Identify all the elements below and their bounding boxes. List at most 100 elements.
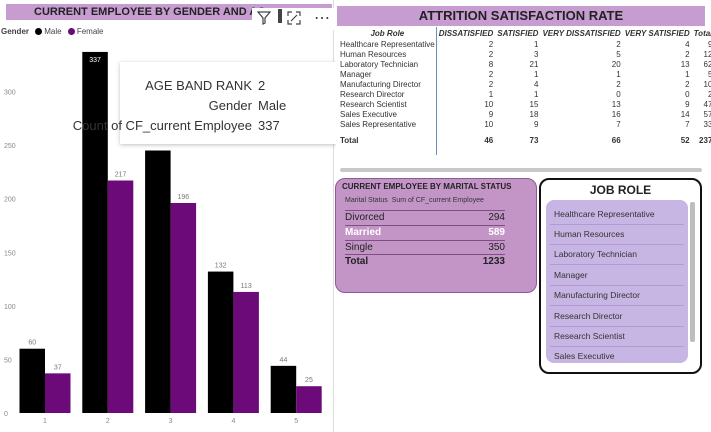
attrition-row[interactable]: Sales Executive 9 18 16 14 57 [338, 109, 711, 119]
col-header-very-satisfied[interactable]: VERY SATISFIED [623, 27, 692, 39]
divider [550, 264, 684, 265]
bar-male[interactable] [270, 365, 297, 413]
value-cell: 52 [680, 136, 690, 145]
y-tick-label: 100 [4, 304, 16, 311]
marital-col-sum[interactable]: Sum of CF_current Employee [392, 197, 484, 204]
legend-title: Gender [1, 27, 30, 36]
marital-value: 294 [488, 212, 505, 223]
bar-female[interactable] [170, 203, 197, 413]
value-cell: 2 [488, 39, 494, 49]
marital-row-single[interactable]: Single 350 [345, 240, 505, 255]
col-header-job-role[interactable]: Job Role [338, 27, 437, 39]
value-cell: 2 [488, 49, 494, 59]
value-cell: 62 [703, 59, 711, 69]
attrition-horizontal-scrollbar[interactable] [340, 168, 702, 172]
bar-male[interactable] [19, 348, 46, 413]
total-label: Total [340, 136, 359, 145]
job-role-item[interactable]: Manufacturing Director [554, 290, 640, 300]
bar-male[interactable] [82, 51, 108, 413]
job-role-item[interactable]: Laboratory Technician [554, 249, 637, 259]
visual-header-toolbar: ⋯ [252, 8, 334, 30]
filter-icon[interactable] [256, 10, 272, 29]
y-tick-label: 250 [4, 143, 16, 150]
value-cell: 33 [703, 119, 711, 129]
bar-female[interactable] [107, 180, 134, 414]
marital-value: 350 [488, 242, 505, 253]
legend-female-swatch [67, 28, 75, 36]
value-cell: 1 [533, 89, 539, 99]
legend-male-label[interactable]: Male [44, 27, 61, 36]
attrition-matrix[interactable]: Job Role DISSATISFIED SATISFIED VERY DIS… [338, 27, 711, 146]
job-role-item[interactable]: Human Resources [554, 229, 624, 239]
col-header-satisfied[interactable]: SATISFIED [495, 27, 540, 39]
bar-male[interactable] [207, 271, 234, 413]
value-cell: 12 [703, 49, 711, 59]
job-role-cell: Laboratory Technician [340, 59, 419, 69]
focus-mode-icon[interactable] [286, 10, 302, 29]
value-cell: 10 [484, 99, 494, 109]
tooltip-value-gender: Male [258, 98, 287, 113]
legend-male-swatch [35, 28, 43, 36]
attrition-total-row: Total 46 73 66 52 237 [338, 129, 711, 145]
tooltip-value-count: 337 [258, 118, 280, 133]
attrition-row[interactable]: Sales Representative 10 9 7 7 33 [338, 119, 711, 129]
attrition-row[interactable]: Research Scientist 10 15 13 9 47 [338, 99, 711, 109]
job-role-scrollbar[interactable] [690, 202, 695, 342]
value-cell: 73 [529, 136, 539, 145]
bar-male[interactable] [145, 150, 171, 414]
job-role-cell: Human Resources [340, 49, 407, 59]
job-role-cell: Healthcare Representative [340, 39, 435, 49]
job-role-list: Healthcare Representative Human Resource… [546, 200, 688, 363]
y-tick-label: 300 [4, 90, 16, 97]
gender-chart-legend: Gender Male Female [1, 27, 104, 36]
value-cell: 4 [533, 79, 539, 89]
attrition-row[interactable]: Research Director 1 1 0 0 2 [338, 89, 711, 99]
attrition-table-title: ATTRITION SATISFACTION RATE [337, 6, 705, 26]
divider [550, 285, 684, 286]
job-role-cell: Manufacturing Director [340, 79, 421, 89]
divider [550, 346, 684, 347]
tooltip-label-gender: Gender [208, 98, 252, 113]
legend-female-label[interactable]: Female [77, 27, 104, 36]
attrition-row[interactable]: Manufacturing Director 2 4 2 2 10 [338, 79, 711, 89]
value-cell: 15 [529, 99, 539, 109]
value-cell: 16 [611, 109, 621, 119]
marital-total-value: 1233 [482, 256, 505, 267]
job-role-slicer-title: JOB ROLE [589, 183, 652, 197]
value-cell: 2 [616, 79, 621, 89]
job-role-item[interactable]: Healthcare Representative [554, 209, 655, 219]
attrition-row[interactable]: Healthcare Representative 2 1 2 4 9 [338, 39, 711, 49]
col-header-dissatisfied[interactable]: DISSATISFIED [437, 27, 496, 39]
job-role-cell: Sales Executive [340, 109, 397, 119]
col-header-total[interactable]: Total [692, 27, 711, 39]
marital-row-divorced[interactable]: Divorced 294 [345, 210, 505, 225]
y-tick-label: 50 [4, 357, 12, 364]
data-label: 113 [241, 283, 252, 290]
bar-female[interactable] [296, 386, 322, 413]
value-cell: 1 [616, 69, 621, 79]
y-tick-label: 200 [4, 197, 16, 204]
value-cell: 8 [488, 59, 494, 69]
attrition-column-divider [436, 27, 437, 155]
bar-female[interactable] [45, 373, 71, 413]
attrition-row[interactable]: Human Resources 2 3 5 2 12 [338, 49, 711, 59]
more-options-icon[interactable]: ⋯ [314, 8, 330, 28]
marital-row-married[interactable]: Married 589 [345, 225, 505, 240]
marital-col-status[interactable]: Marital Status [345, 197, 388, 204]
job-role-cell: Research Scientist [340, 99, 407, 109]
attrition-row[interactable]: Laboratory Technician 8 21 20 13 62 [338, 59, 711, 69]
value-cell: 46 [484, 136, 494, 145]
bar-female[interactable] [233, 291, 259, 413]
job-role-item[interactable]: Manager [554, 270, 588, 280]
col-header-very-dissatisfied[interactable]: VERY DISSATISFIED [540, 27, 622, 39]
job-role-item[interactable]: Research Scientist [554, 331, 625, 341]
job-role-item[interactable]: Sales Executive [554, 351, 614, 361]
value-cell: 66 [611, 136, 621, 145]
job-role-cell: Sales Representative [340, 119, 417, 129]
job-role-item[interactable]: Research Director [554, 311, 623, 321]
x-tick-label: 3 [169, 418, 173, 425]
job-role-cell: Manager [340, 69, 372, 79]
drag-handle-icon[interactable] [277, 8, 283, 27]
data-label: 132 [215, 263, 227, 270]
attrition-row[interactable]: Manager 2 1 1 1 5 [338, 69, 711, 79]
